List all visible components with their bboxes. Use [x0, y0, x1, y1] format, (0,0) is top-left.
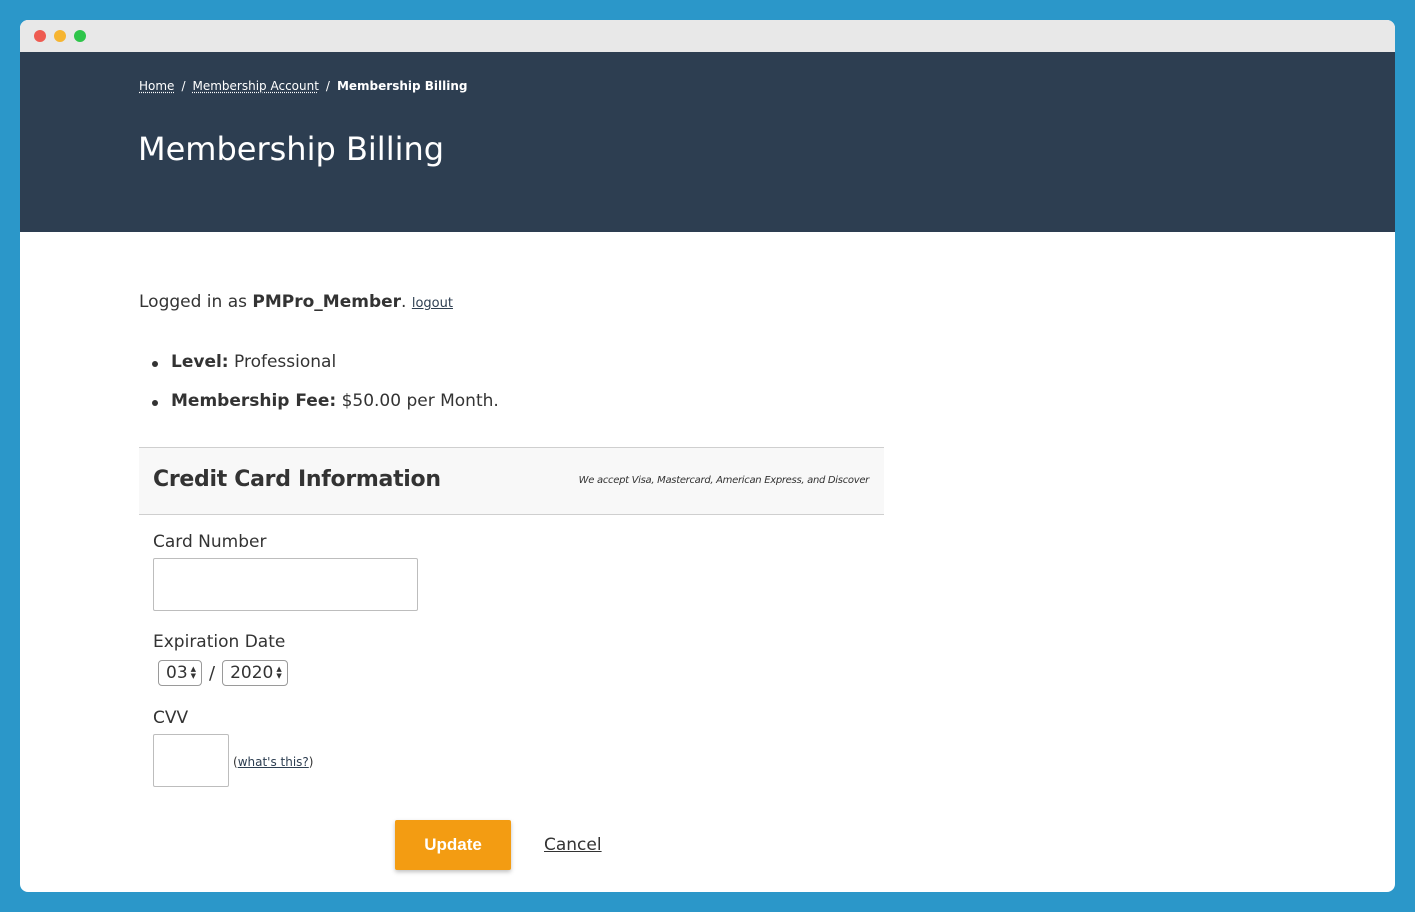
card-number-input[interactable]: [153, 558, 418, 611]
expiration-year-select[interactable]: 2020 ▲ ▼: [222, 660, 288, 686]
page-title: Membership Billing: [138, 130, 445, 168]
page-header: Home / Membership Account / Membership B…: [20, 52, 1395, 232]
breadcrumb-home-link[interactable]: Home: [139, 79, 174, 93]
minimize-window-button[interactable]: [54, 30, 66, 42]
breadcrumb-separator: /: [181, 79, 186, 93]
cancel-link[interactable]: Cancel: [544, 835, 602, 855]
membership-details: Level: Professional Membership Fee: $50.…: [139, 352, 499, 430]
expiration-separator: /: [209, 662, 216, 684]
expiration-date-row: 03 ▲ ▼ / 2020 ▲ ▼: [158, 660, 288, 686]
title-bar: [20, 20, 1395, 52]
expiration-month-value: 03: [166, 663, 188, 683]
accepted-cards-note: We accept Visa, Mastercard, American Exp…: [578, 475, 870, 486]
logged-in-suffix: .: [401, 292, 412, 312]
fee-item: Membership Fee: $50.00 per Month.: [139, 391, 499, 430]
update-button[interactable]: Update: [395, 820, 511, 870]
fee-label: Membership Fee:: [171, 391, 337, 411]
cvv-label: CVV: [153, 708, 189, 728]
expiration-month-select[interactable]: 03 ▲ ▼: [158, 660, 203, 686]
breadcrumb-account-link[interactable]: Membership Account: [192, 79, 318, 93]
card-number-label: Card Number: [153, 532, 267, 552]
level-item: Level: Professional: [139, 352, 499, 391]
browser-window: Home / Membership Account / Membership B…: [20, 20, 1395, 892]
logged-in-prefix: Logged in as: [139, 292, 253, 312]
username: PMPro_Member: [252, 292, 402, 312]
level-label: Level:: [171, 352, 229, 372]
credit-card-section-header: Credit Card Information We accept Visa, …: [139, 447, 884, 515]
logout-link[interactable]: logout: [412, 296, 453, 311]
select-arrows-icon: ▲ ▼: [190, 665, 197, 680]
logged-in-status: Logged in as PMPro_Member. logout: [139, 292, 453, 312]
breadcrumb-current: Membership Billing: [336, 79, 468, 93]
breadcrumb: Home / Membership Account / Membership B…: [139, 79, 468, 93]
cvv-help: (what's this?): [233, 755, 313, 769]
breadcrumb-separator: /: [325, 79, 330, 93]
level-value: Professional: [228, 352, 337, 372]
close-window-button[interactable]: [34, 30, 46, 42]
cvv-input[interactable]: [153, 734, 229, 787]
select-arrows-icon: ▲ ▼: [276, 665, 282, 680]
fee-value: $50.00 per Month.: [336, 391, 499, 411]
expiration-year-value: 2020: [230, 663, 274, 683]
cvv-help-close: ): [308, 755, 314, 769]
maximize-window-button[interactable]: [74, 30, 86, 42]
credit-card-title: Credit Card Information: [153, 467, 441, 492]
expiration-date-label: Expiration Date: [153, 632, 286, 652]
cvv-help-link[interactable]: what's this?: [238, 755, 309, 769]
